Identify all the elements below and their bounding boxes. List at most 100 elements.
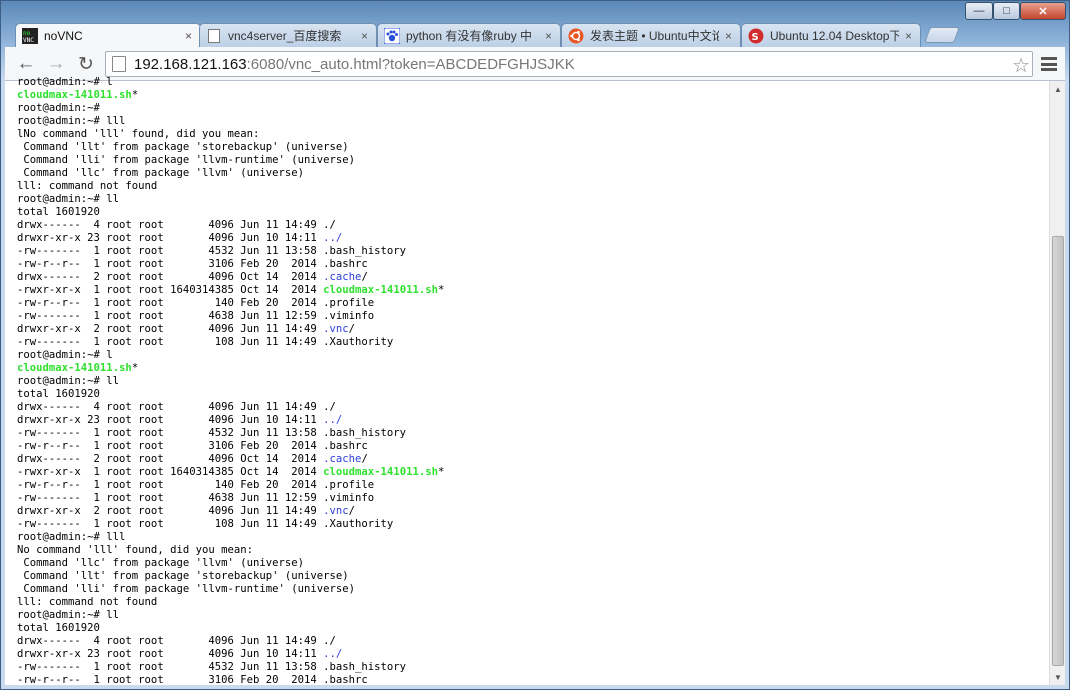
- terminal-line: Command 'llt' from package 'storebackup'…: [17, 570, 1041, 583]
- terminal-text: drwxr-xr-x 2 root root 4096 Jun 11 14:49: [17, 323, 324, 335]
- search-result-icon: S: [748, 28, 764, 44]
- terminal-line: drwx------ 4 root root 4096 Jun 11 14:49…: [17, 219, 1041, 232]
- novnc-icon: no VNC: [22, 28, 38, 44]
- terminal-line: total 1601920: [17, 206, 1041, 219]
- directory-name: ../: [323, 232, 343, 244]
- bookmark-star-icon[interactable]: ☆: [1012, 53, 1030, 78]
- terminal-text: -rw------- 1 root root 108 Jun 11 14:49 …: [17, 518, 394, 530]
- terminal-line: drwxr-xr-x 23 root root 4096 Jun 10 14:1…: [17, 648, 1041, 661]
- terminal-text: /: [348, 505, 356, 517]
- terminal-line: -rw-r--r-- 1 root root 3106 Feb 20 2014 …: [17, 258, 1041, 271]
- terminal-text: lll: command not found: [17, 180, 158, 192]
- close-tab-icon[interactable]: ×: [545, 29, 552, 43]
- tab-vnc4server-search[interactable]: vnc4server_百度搜索 ×: [199, 23, 377, 47]
- terminal-text: /: [348, 323, 356, 335]
- terminal-line: -rw------- 1 root root 4532 Jun 11 13:58…: [17, 245, 1041, 258]
- terminal-text: Command 'lli' from package 'llvm-runtime…: [17, 583, 356, 595]
- terminal-text: drwx------ 4 root root 4096 Jun 11 14:49…: [17, 219, 336, 231]
- scroll-up-arrow-icon[interactable]: ▲: [1050, 81, 1066, 97]
- terminal-line: -rw------- 1 root root 4532 Jun 11 13:58…: [17, 661, 1041, 674]
- tab-strip: no VNC noVNC × vnc4server_百度搜索 × python 有…: [11, 21, 1061, 48]
- terminal-line: -rw------- 1 root root 108 Jun 11 14:49 …: [17, 518, 1041, 531]
- close-tab-icon[interactable]: ×: [725, 29, 732, 43]
- terminal-text: root@admin:~# lll: [17, 115, 126, 127]
- terminal-line: lNo command 'lll' found, did you mean:: [17, 128, 1041, 141]
- tab-ubuntu-desktop[interactable]: S Ubuntu 12.04 Desktop下 ×: [741, 23, 921, 47]
- tab-python-ruby[interactable]: python 有没有像ruby 中 ×: [377, 23, 561, 47]
- terminal-text: -rw------- 1 root root 4532 Jun 11 13:58…: [17, 245, 407, 257]
- terminal-line: drwxr-xr-x 23 root root 4096 Jun 10 14:1…: [17, 232, 1041, 245]
- terminal-text: root@admin:~# lll: [17, 531, 126, 543]
- terminal-text: /: [361, 453, 368, 465]
- terminal-line: -rw-r--r-- 1 root root 140 Feb 20 2014 .…: [17, 479, 1041, 492]
- maximize-button[interactable]: □: [993, 2, 1020, 20]
- back-button[interactable]: ←: [13, 52, 39, 76]
- terminal-text: root@admin:~# l: [17, 76, 113, 88]
- close-tab-icon[interactable]: ×: [185, 29, 192, 43]
- executable-filename: cloudmax-141011.sh: [323, 466, 438, 478]
- terminal-text: Command 'llt' from package 'storebackup'…: [17, 570, 349, 582]
- menu-icon[interactable]: [1039, 54, 1059, 74]
- tab-novnc[interactable]: no VNC noVNC ×: [15, 23, 201, 48]
- page-icon: [206, 28, 222, 44]
- terminal-text: *: [131, 362, 139, 374]
- directory-name: .vnc: [323, 323, 349, 335]
- terminal-line: root@admin:~# ll: [17, 375, 1041, 388]
- url-path: :6080/vnc_auto.html?token=ABCDEDFGHJSJKK: [246, 55, 575, 73]
- terminal-text: root@admin:~#: [17, 102, 100, 114]
- terminal-line: root@admin:~# lll: [17, 531, 1041, 544]
- directory-name: ../: [323, 414, 343, 426]
- forward-button[interactable]: →: [43, 52, 69, 76]
- terminal-text: drwx------ 2 root root 4096 Oct 14 2014: [17, 453, 324, 465]
- terminal-line: -rw------- 1 root root 108 Jun 11 14:49 …: [17, 336, 1041, 349]
- terminal-text: No command 'lll' found, did you mean:: [17, 544, 253, 556]
- scrollbar[interactable]: ▲ ▼: [1049, 81, 1065, 685]
- terminal-line: Command 'llc' from package 'llvm' (unive…: [17, 557, 1041, 570]
- terminal-text: -rw------- 1 root root 108 Jun 11 14:49 …: [17, 336, 394, 348]
- terminal-line: lll: command not found: [17, 180, 1041, 193]
- browser-window: — □ ✕ no VNC noVNC × vnc4server_百度搜索 × py…: [0, 0, 1070, 690]
- terminal-line: drwxr-xr-x 23 root root 4096 Jun 10 14:1…: [17, 414, 1041, 427]
- tab-ubuntu-forum[interactable]: 发表主题 • Ubuntu中文论 ×: [561, 23, 741, 47]
- terminal-line: drwx------ 4 root root 4096 Jun 11 14:49…: [17, 401, 1041, 414]
- terminal-line: -rwxr-xr-x 1 root root 1640314385 Oct 14…: [17, 466, 1041, 479]
- terminal-text: -rw-r--r-- 1 root root 3106 Feb 20 2014 …: [17, 440, 368, 452]
- ubuntu-icon: [568, 28, 584, 44]
- terminal-line: drwxr-xr-x 2 root root 4096 Jun 11 14:49…: [17, 323, 1041, 336]
- reload-button[interactable]: ↻: [73, 52, 99, 76]
- terminal-text: -rw-r--r-- 1 root root 140 Feb 20 2014 .…: [17, 297, 375, 309]
- terminal-text: -rwxr-xr-x 1 root root 1640314385 Oct 14…: [17, 284, 324, 296]
- terminal-text: Command 'llt' from package 'storebackup'…: [17, 141, 349, 153]
- close-tab-icon[interactable]: ×: [905, 29, 912, 43]
- terminal-line: drwx------ 2 root root 4096 Oct 14 2014 …: [17, 453, 1041, 466]
- address-bar[interactable]: 192.168.121.163 :6080/vnc_auto.html?toke…: [105, 51, 1033, 77]
- terminal-text: root@admin:~# l: [17, 349, 113, 361]
- vnc-terminal[interactable]: root@admin:~# l cloudmax-141011.sh* root@a…: [17, 76, 1041, 685]
- terminal-text: lll: command not found: [17, 596, 158, 608]
- terminal-text: drwx------ 2 root root 4096 Oct 14 2014: [17, 271, 324, 283]
- tab-label: vnc4server_百度搜索: [228, 29, 342, 43]
- scroll-down-arrow-icon[interactable]: ▼: [1050, 669, 1066, 685]
- terminal-line: cloudmax-141011.sh*: [17, 362, 1041, 375]
- terminal-text: Command 'lli' from package 'llvm-runtime…: [17, 154, 356, 166]
- new-tab-button[interactable]: [924, 27, 960, 43]
- close-tab-icon[interactable]: ×: [361, 29, 368, 43]
- terminal-text: root@admin:~# ll: [17, 193, 120, 205]
- minimize-button[interactable]: —: [965, 2, 993, 20]
- terminal-line: lll: command not found: [17, 596, 1041, 609]
- terminal-text: lNo command 'lll' found, did you mean:: [17, 128, 260, 140]
- terminal-text: *: [131, 89, 139, 101]
- terminal-text: total 1601920: [17, 388, 100, 400]
- terminal-line: drwxr-xr-x 2 root root 4096 Jun 11 14:49…: [17, 505, 1041, 518]
- title-bar[interactable]: — □ ✕: [1, 1, 1069, 21]
- terminal-text: *: [437, 284, 445, 296]
- terminal-line: root@admin:~# l: [17, 76, 1041, 89]
- terminal-text: Command 'llc' from package 'llvm' (unive…: [17, 167, 305, 179]
- terminal-line: -rw------- 1 root root 4532 Jun 11 13:58…: [17, 427, 1041, 440]
- terminal-line: No command 'lll' found, did you mean:: [17, 544, 1041, 557]
- svg-text:VNC: VNC: [23, 37, 34, 44]
- executable-filename: cloudmax-141011.sh: [17, 89, 132, 101]
- close-window-button[interactable]: ✕: [1020, 2, 1066, 20]
- directory-name: .cache: [323, 271, 362, 283]
- scroll-thumb[interactable]: [1052, 236, 1064, 666]
